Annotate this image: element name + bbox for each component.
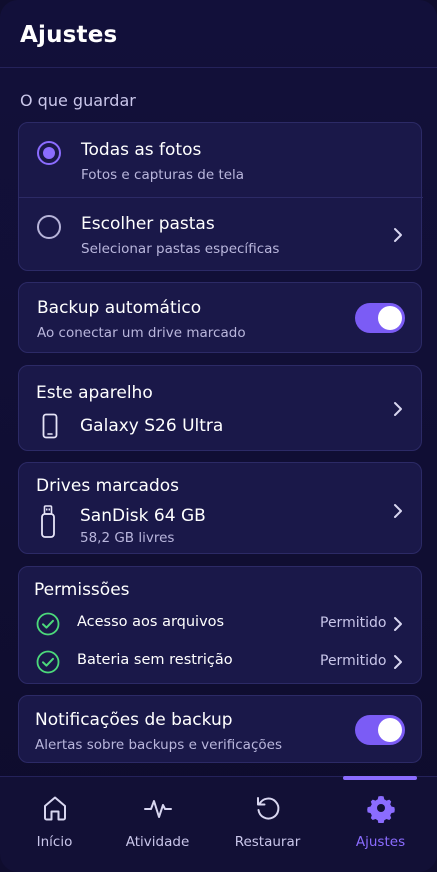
chevron-right-icon: [394, 504, 402, 518]
this-device-title: Este aparelho: [36, 383, 153, 403]
restore-icon: [256, 797, 279, 820]
this-device-card[interactable]: Este aparelho Galaxy S26 Ultra: [18, 365, 422, 451]
marked-drives-title: Drives marcados: [36, 476, 179, 496]
notifications-toggle[interactable]: [355, 715, 405, 745]
toggle-knob: [378, 718, 402, 742]
auto-backup-card: Backup automático Ao conectar um drive m…: [18, 282, 422, 353]
notifications-title: Notificações de backup: [35, 710, 233, 730]
chevron-right-icon: [394, 402, 402, 416]
gear-icon: [366, 796, 395, 823]
bottom-nav: Início Atividade Restaurar Ajustes: [0, 776, 437, 872]
permission-files-status: Permitido: [320, 615, 387, 631]
permissions-title: Permissões: [34, 580, 130, 600]
usb-drive-icon: [41, 505, 55, 538]
auto-backup-title: Backup automático: [37, 298, 202, 318]
marked-drives-card[interactable]: Drives marcados SanDisk 64 GB 58,2 GB li…: [18, 462, 422, 554]
home-icon: [43, 796, 66, 821]
option-all-photos[interactable]: Todas as fotos Fotos e capturas de tela: [19, 123, 423, 197]
radio-all-photos[interactable]: [37, 141, 61, 165]
drive-free-space: 58,2 GB livres: [80, 530, 175, 546]
chevron-right-icon: [394, 655, 402, 669]
drive-name: SanDisk 64 GB: [80, 506, 206, 526]
toggle-knob: [378, 306, 402, 330]
option-choose-folders[interactable]: Escolher pastas Selecionar pastas especí…: [19, 198, 423, 272]
section-label-what-to-save: O que guardar: [20, 91, 136, 110]
permission-battery-status: Permitido: [320, 653, 387, 669]
chevron-right-icon: [394, 617, 402, 631]
nav-item-activity[interactable]: Atividade: [103, 777, 212, 872]
nav-item-home[interactable]: Início: [0, 777, 109, 872]
radio-choose-folders[interactable]: [37, 215, 61, 239]
check-circle-icon: [36, 650, 60, 674]
device-name: Galaxy S26 Ultra: [80, 416, 224, 436]
app-header: Ajustes: [0, 0, 437, 68]
nav-label-restore: Restaurar: [234, 834, 301, 850]
active-tab-indicator: [343, 776, 417, 780]
option-all-photos-title: Todas as fotos: [81, 140, 202, 160]
app-screen: Ajustes O que guardar Todas as fotos Fot…: [0, 0, 437, 872]
activity-icon: [143, 800, 172, 818]
permissions-card: Permissões Acesso aos arquivos Permitido…: [18, 566, 422, 684]
phone-icon: [42, 413, 58, 439]
nav-label-home: Início: [36, 834, 73, 850]
nav-item-settings[interactable]: Ajustes: [326, 777, 435, 872]
permission-files-label: Acesso aos arquivos: [77, 614, 225, 630]
notifications-card: Notificações de backup Alertas sobre bac…: [18, 695, 422, 763]
page-title: Ajustes: [20, 22, 118, 48]
nav-label-settings: Ajustes: [355, 834, 406, 850]
option-choose-folders-subtitle: Selecionar pastas específicas: [81, 241, 280, 257]
permission-row-files[interactable]: Acesso aos arquivos Permitido: [19, 607, 423, 641]
check-circle-icon: [36, 612, 60, 636]
auto-backup-subtitle: Ao conectar um drive marcado: [37, 325, 246, 341]
permission-battery-label: Bateria sem restrição: [77, 652, 233, 668]
option-choose-folders-title: Escolher pastas: [81, 214, 215, 234]
what-to-save-card: Todas as fotos Fotos e capturas de tela …: [18, 122, 423, 272]
notifications-subtitle: Alertas sobre backups e verificações: [35, 737, 282, 753]
nav-label-activity: Atividade: [125, 834, 190, 850]
option-all-photos-subtitle: Fotos e capturas de tela: [81, 167, 245, 183]
permission-row-battery[interactable]: Bateria sem restrição Permitido: [19, 645, 423, 679]
nav-item-restore[interactable]: Restaurar: [213, 777, 322, 872]
chevron-right-icon: [394, 228, 402, 242]
auto-backup-toggle[interactable]: [355, 303, 405, 333]
